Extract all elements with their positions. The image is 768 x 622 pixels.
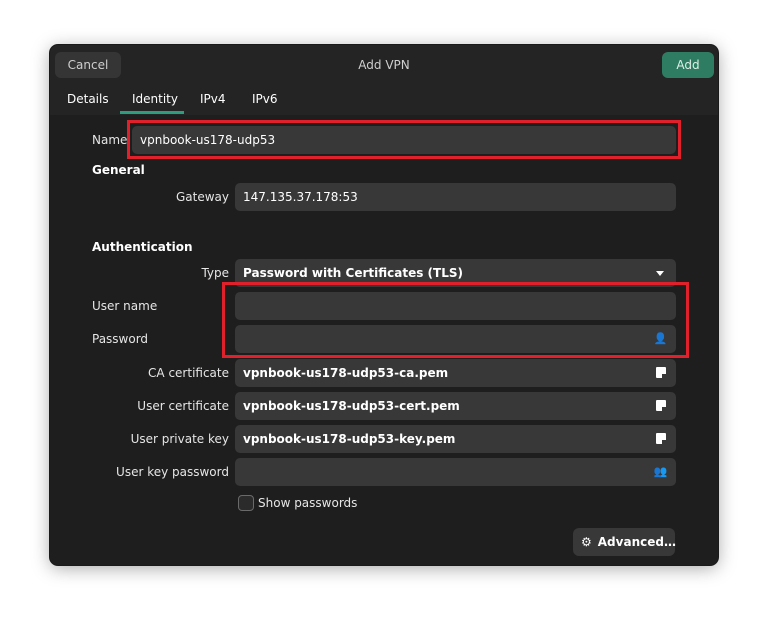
vpn-dialog: Cancel Add VPN Add Details Identity IPv4… xyxy=(50,45,718,565)
user-key-label: User private key xyxy=(130,432,229,446)
gateway-input[interactable]: 147.135.37.178:53 xyxy=(235,183,676,211)
authentication-heading: Authentication xyxy=(92,240,193,254)
user-key-password-label: User key password xyxy=(116,465,229,479)
tab-ipv6[interactable]: IPv6 xyxy=(252,92,278,106)
password-storage-icon[interactable]: 👤 xyxy=(654,333,668,344)
gear-icon: ⚙ xyxy=(581,535,592,549)
type-dropdown[interactable]: Password with Certificates (TLS) xyxy=(235,259,676,287)
username-label: User name xyxy=(92,299,158,313)
advanced-button[interactable]: ⚙ Advanced… xyxy=(573,528,676,556)
password-input[interactable]: 👤 xyxy=(235,325,676,353)
add-button[interactable]: Add xyxy=(662,52,714,78)
ca-cert-chooser[interactable]: vpnbook-us178-udp53-ca.pem xyxy=(235,359,676,387)
ca-cert-label: CA certificate xyxy=(148,366,229,380)
ca-cert-value: vpnbook-us178-udp53-ca.pem xyxy=(243,366,449,380)
show-passwords-label: Show passwords xyxy=(258,496,358,510)
name-label: Name xyxy=(92,133,128,147)
password-label: Password xyxy=(92,332,149,346)
advanced-label: Advanced… xyxy=(597,535,676,549)
username-input[interactable] xyxy=(235,292,676,320)
type-value: Password with Certificates (TLS) xyxy=(243,266,463,280)
file-icon[interactable] xyxy=(656,367,666,378)
user-key-chooser[interactable]: vpnbook-us178-udp53-key.pem xyxy=(235,425,676,453)
users-icon[interactable]: 👥 xyxy=(654,466,668,477)
file-icon[interactable] xyxy=(656,400,666,411)
dialog-title: Add VPN xyxy=(358,58,410,72)
tab-identity[interactable]: Identity xyxy=(132,92,178,106)
general-heading: General xyxy=(92,163,145,177)
gateway-label: Gateway xyxy=(175,190,229,204)
show-passwords-checkbox[interactable] xyxy=(238,495,254,511)
user-key-password-input[interactable]: 👥 xyxy=(235,458,676,486)
tab-details[interactable]: Details xyxy=(67,92,109,106)
tab-ipv4[interactable]: IPv4 xyxy=(200,92,226,106)
file-icon[interactable] xyxy=(656,433,666,444)
identity-panel: Name vpnbook-us178-udp53 General Gateway… xyxy=(50,115,718,565)
name-input[interactable]: vpnbook-us178-udp53 xyxy=(132,126,676,154)
active-tab-indicator xyxy=(120,111,184,114)
user-cert-chooser[interactable]: vpnbook-us178-udp53-cert.pem xyxy=(235,392,676,420)
type-label: Type xyxy=(201,266,229,280)
chevron-down-icon xyxy=(656,271,664,276)
user-cert-label: User certificate xyxy=(137,399,229,413)
user-cert-value: vpnbook-us178-udp53-cert.pem xyxy=(243,399,460,413)
user-key-value: vpnbook-us178-udp53-key.pem xyxy=(243,432,456,446)
